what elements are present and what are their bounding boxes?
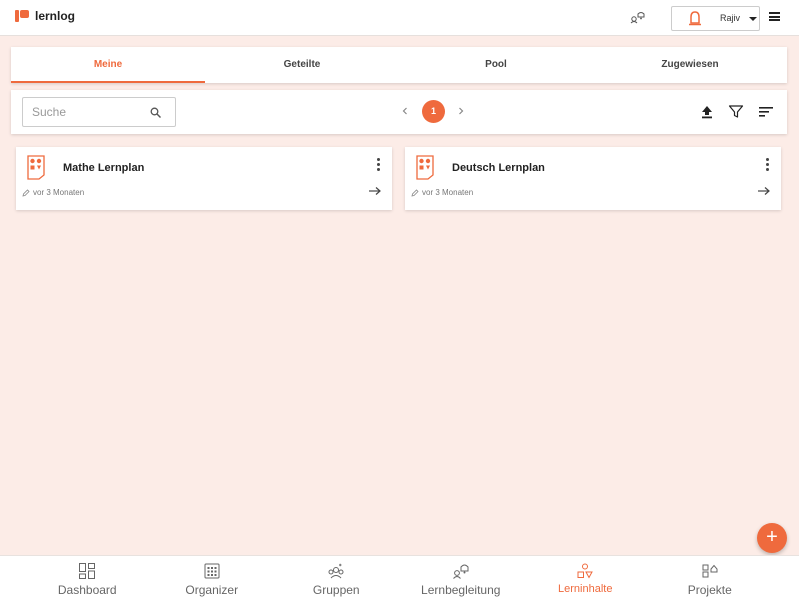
card-updated-text: vor 3 Monaten (33, 188, 85, 197)
content-card[interactable]: Deutsch Lernplan vor 3 Monaten (405, 147, 781, 210)
card-title: Deutsch Lernplan (452, 162, 545, 174)
app-name: lernlog (35, 9, 76, 23)
learning-plan-icon (27, 155, 45, 180)
chevron-left-icon[interactable] (400, 104, 410, 118)
projects-icon (702, 564, 718, 578)
nav-label: Lerninhalte (558, 583, 613, 595)
tab-pool[interactable]: Pool (399, 47, 593, 83)
more-vertical-icon[interactable] (377, 158, 381, 172)
filter-icon[interactable] (728, 104, 744, 119)
hamburger-menu-icon[interactable] (769, 12, 780, 21)
more-vertical-icon[interactable] (766, 158, 770, 172)
card-updated: vor 3 Monaten (411, 188, 473, 197)
search-input[interactable] (32, 98, 142, 126)
search-icon[interactable] (150, 107, 161, 118)
upload-icon[interactable] (699, 104, 715, 119)
nav-item-projekte[interactable]: Projekte (648, 556, 773, 600)
card-updated: vor 3 Monaten (22, 188, 84, 197)
tab-zugewiesen[interactable]: Zugewiesen (593, 47, 787, 83)
sort-icon[interactable] (758, 104, 774, 119)
content-card[interactable]: Mathe Lernplan vor 3 Monaten (16, 147, 392, 210)
toolbar: 1 (11, 90, 787, 134)
tab-geteilte[interactable]: Geteilte (205, 47, 399, 83)
top-bar: lernlog Rajiv (0, 0, 799, 36)
arrow-right-icon[interactable] (368, 186, 381, 196)
content-tabs: Meine Geteilte Pool Zugewiesen (11, 47, 787, 83)
nav-item-lernbegleitung[interactable]: Lernbegleitung (399, 556, 524, 600)
logo-mark-icon (15, 9, 29, 23)
notification-icon[interactable] (630, 10, 646, 24)
pencil-icon (411, 188, 419, 197)
pencil-icon (22, 188, 30, 197)
arrow-right-icon[interactable] (757, 186, 770, 196)
nav-item-organizer[interactable]: Organizer (150, 556, 275, 600)
nav-label: Gruppen (312, 583, 360, 597)
nav-label: Dashboard (57, 583, 117, 597)
chevron-right-icon[interactable] (456, 104, 466, 118)
user-avatar-icon (689, 11, 701, 26)
nav-item-gruppen[interactable]: Gruppen (274, 556, 399, 600)
nav-item-dashboard[interactable]: Dashboard (25, 556, 150, 600)
mentoring-icon (452, 564, 469, 579)
tab-meine[interactable]: Meine (11, 47, 205, 83)
nav-label: Lernbegleitung (421, 583, 501, 597)
learning-plan-icon (416, 155, 434, 180)
current-page-button[interactable]: 1 (422, 100, 445, 123)
chevron-down-icon (749, 17, 757, 21)
add-button[interactable]: + (757, 523, 787, 553)
nav-item-lerninhalte[interactable]: Lerninhalte (523, 556, 648, 600)
card-updated-text: vor 3 Monaten (422, 188, 474, 197)
nav-label: Projekte (687, 583, 732, 597)
groups-icon (328, 563, 344, 579)
bottom-navigation: Dashboard Organizer Gruppen Lernbegleitu… (0, 555, 799, 600)
content-icon (577, 563, 594, 579)
search-box (22, 97, 176, 127)
user-name: Rajiv (720, 13, 741, 23)
user-menu-button[interactable]: Rajiv (671, 6, 760, 31)
calendar-icon (204, 563, 220, 579)
dashboard-icon (79, 563, 96, 579)
nav-label: Organizer (185, 583, 239, 597)
app-logo[interactable]: lernlog (15, 9, 75, 23)
card-title: Mathe Lernplan (63, 162, 145, 174)
